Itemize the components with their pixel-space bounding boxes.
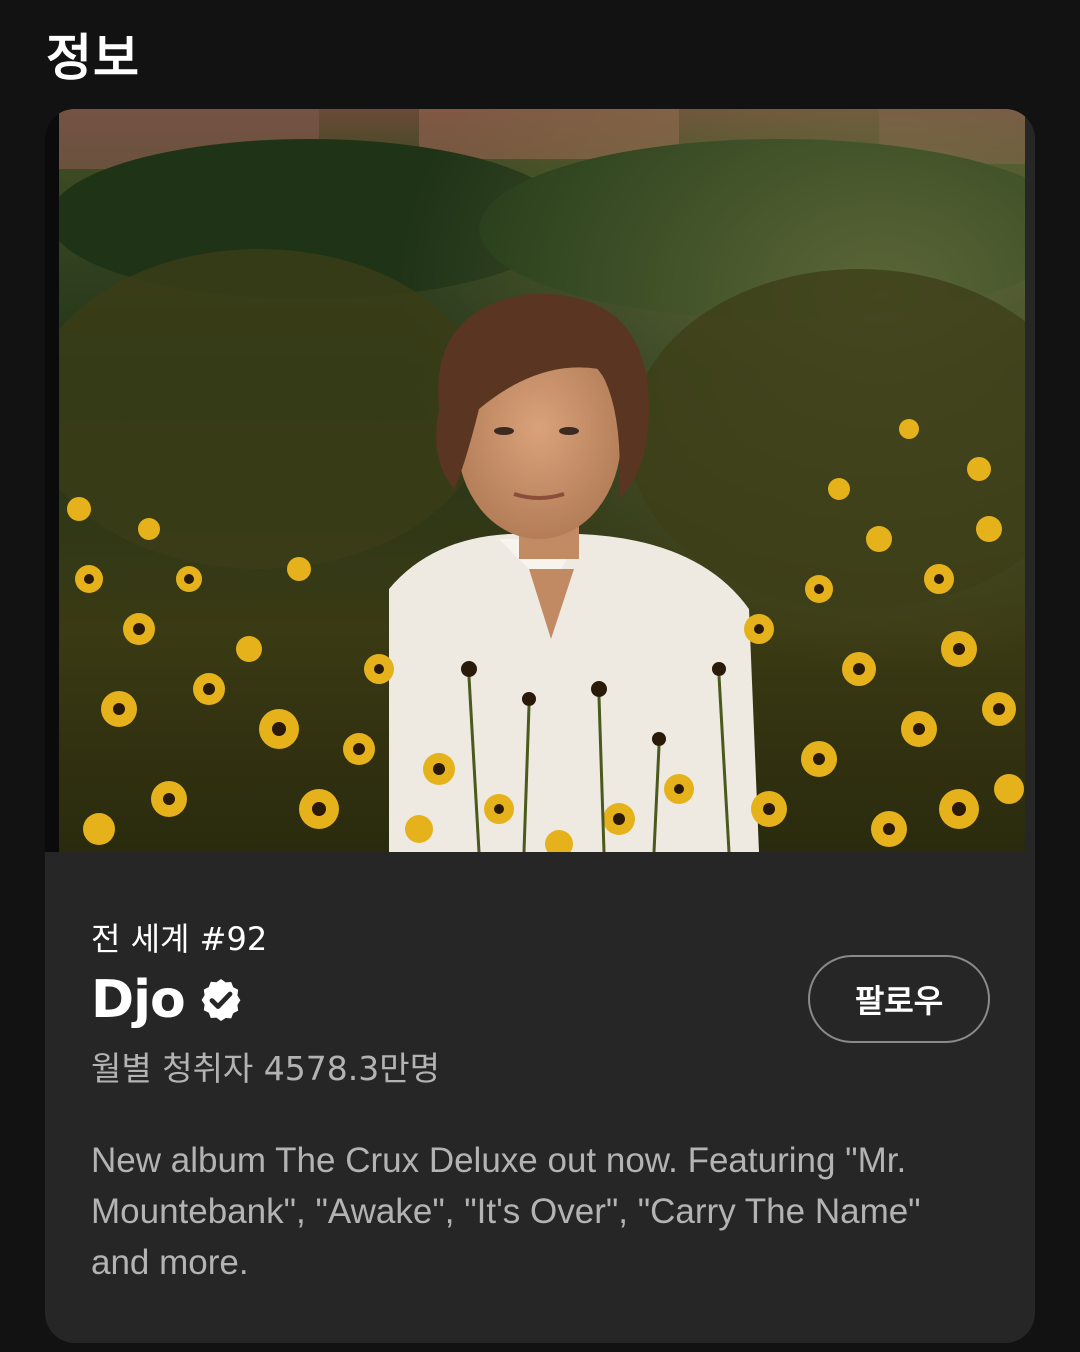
photo-edge xyxy=(45,109,59,852)
world-rank-label: 전 세계 #92 xyxy=(91,920,268,958)
monthly-listeners: 월별 청취자 4578.3만명 xyxy=(91,1049,440,1088)
artist-photo xyxy=(59,109,1025,852)
artist-about-card[interactable]: 전 세계 #92 Djo 월별 청취자 4578.3만명 팔로우 New alb… xyxy=(45,109,1035,1343)
verified-badge-icon xyxy=(201,979,241,1021)
artist-name-row: Djo xyxy=(91,967,245,1033)
section-title: 정보 xyxy=(46,29,140,87)
artist-bio: New album The Crux Deluxe out now. Featu… xyxy=(91,1141,921,1282)
artist-name: Djo xyxy=(91,970,186,1030)
follow-button[interactable]: 팔로우 xyxy=(808,955,990,1043)
artist-about-page: 정보 전 세계 #92 Djo 월별 청취자 4578.3만명 팔로우 New … xyxy=(0,0,1080,1352)
